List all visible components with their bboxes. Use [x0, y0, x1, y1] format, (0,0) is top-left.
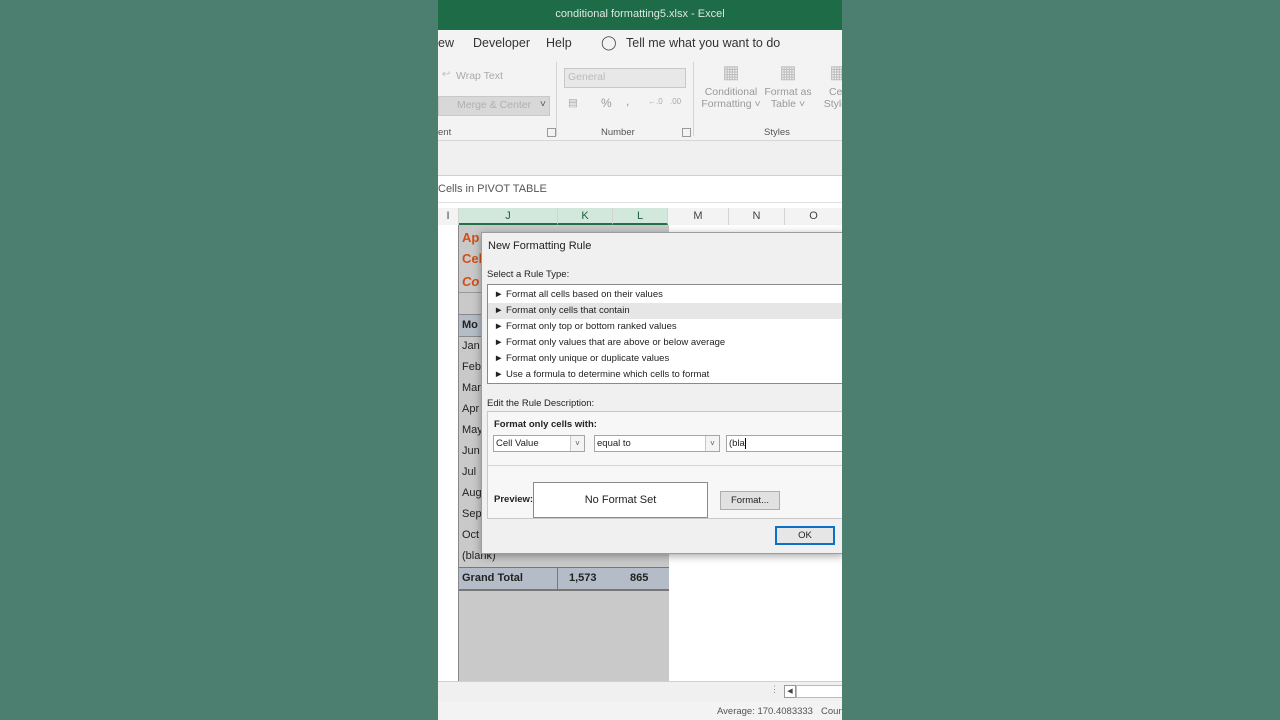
operator-select[interactable]: equal to ˅: [594, 435, 720, 452]
value-input[interactable]: (bla: [726, 435, 842, 452]
chevron-down-icon: ˅: [570, 436, 584, 451]
row-label: Jan: [462, 340, 480, 352]
select-rule-type-label: Select a Rule Type:: [487, 269, 570, 280]
ok-button[interactable]: OK: [775, 526, 835, 545]
cell-styles-icon: ▦: [829, 62, 842, 82]
title-bar: conditional formatting5.xlsx - Excel: [438, 0, 842, 30]
rule-type-item-selected[interactable]: ► Format only cells that contain: [488, 303, 842, 319]
comma-button[interactable]: ,: [626, 94, 629, 108]
increase-decimal-icon[interactable]: ←.0: [648, 97, 663, 106]
status-bar: Average: 170.4083333 Coun: [438, 701, 842, 720]
format-as-table-button[interactable]: ▦ Format as Table ˅: [763, 62, 813, 120]
new-formatting-rule-dialog: New Formatting Rule Select a Rule Type: …: [481, 232, 842, 554]
ribbon-tabs: ew Developer Help ◯ Tell me what you wan…: [438, 30, 842, 58]
table-icon: ▦: [779, 62, 797, 82]
grand-total-l: 865: [630, 572, 649, 584]
chevron-down-icon: ˅: [539, 98, 546, 110]
preview-label: Preview:: [494, 494, 534, 505]
pivot-heading: Ap: [462, 230, 480, 245]
rule-type-item[interactable]: ► Format only values that are above or b…: [494, 335, 842, 351]
grand-total-row[interactable]: Grand Total 1,573 865: [459, 567, 669, 591]
pivot-heading: Co: [462, 274, 480, 289]
dialog-title: New Formatting Rule: [488, 240, 592, 252]
rule-type-list[interactable]: ► Format all cells based on their values…: [487, 284, 842, 384]
tab-help[interactable]: Help: [546, 36, 572, 50]
number-format-value: General: [568, 71, 606, 83]
value-input-text: (bla: [729, 438, 745, 449]
row-label: May: [462, 424, 483, 436]
wrap-text-button[interactable]: Wrap Text: [456, 70, 503, 82]
column-headers: I J K L M N O: [438, 208, 842, 226]
condition-type-select[interactable]: Cell Value ˅: [493, 435, 585, 452]
row-label: Feb: [462, 361, 481, 373]
horizontal-scrollbar[interactable]: [796, 685, 842, 698]
sheet-title-cell: Cells in PIVOT TABLE: [438, 178, 842, 203]
ribbon: ↩ Wrap Text Merge & Center ˅ ent General…: [438, 58, 842, 141]
column-i-cells: [438, 225, 458, 681]
row-label: Apr: [462, 403, 480, 415]
decrease-decimal-icon[interactable]: .00: [670, 97, 681, 106]
rule-type-item[interactable]: ► Format all cells based on their values: [494, 287, 842, 303]
column-header-k[interactable]: K: [558, 208, 613, 225]
cell-styles-button[interactable]: ▦ Cell Styles: [818, 62, 842, 120]
grand-total-label: Grand Total: [462, 572, 523, 584]
window-title: conditional formatting5.xlsx - Excel: [555, 8, 725, 20]
merge-center-label: Merge & Center: [457, 99, 532, 111]
sheet-scroll-bar: ⋮ ◀: [438, 681, 842, 701]
chevron-down-icon: ˅: [705, 436, 719, 451]
rule-type-item[interactable]: ► Use a formula to determine which cells…: [494, 367, 842, 383]
conditional-formatting-button[interactable]: ▦ Conditional Formatting ˅: [696, 62, 766, 120]
format-only-cells-with-label: Format only cells with:: [494, 419, 597, 430]
lightbulb-icon: ◯: [601, 34, 617, 50]
wrap-text-icon: ↩: [442, 69, 451, 80]
alignment-group-label: ent: [438, 127, 452, 138]
format-button[interactable]: Format...: [720, 491, 780, 510]
column-header-l[interactable]: L: [613, 208, 668, 225]
formula-bar-area: [438, 141, 842, 176]
row-label: Sep: [462, 508, 482, 520]
excel-window: conditional formatting5.xlsx - Excel ew …: [438, 0, 842, 720]
row-label: Jul: [462, 466, 477, 478]
dialog-launcher-icon[interactable]: [682, 128, 691, 137]
row-label: Oct: [462, 529, 480, 541]
tab-review[interactable]: ew: [438, 36, 454, 50]
edit-rule-description-label: Edit the Rule Description:: [487, 398, 595, 409]
scroll-left-icon[interactable]: ◀: [784, 685, 796, 698]
row-label: Aug: [462, 487, 482, 499]
number-group-label: Number: [601, 127, 635, 138]
column-header-j[interactable]: J: [459, 208, 558, 225]
condition-type-value: Cell Value: [496, 438, 539, 449]
number-format-dropdown[interactable]: General: [564, 68, 686, 88]
merge-center-button[interactable]: Merge & Center ˅: [438, 96, 550, 116]
tell-me-search[interactable]: Tell me what you want to do: [626, 36, 780, 50]
row-label: Mo: [462, 319, 478, 331]
column-header-m[interactable]: M: [668, 208, 729, 225]
split-handle-icon[interactable]: ⋮: [770, 684, 779, 695]
grand-total-k: 1,573: [569, 572, 597, 584]
rule-type-item[interactable]: ► Format only top or bottom ranked value…: [494, 319, 842, 335]
dialog-launcher-icon[interactable]: [547, 128, 556, 137]
currency-icon[interactable]: ▤: [568, 97, 578, 109]
status-count: Coun: [821, 706, 842, 717]
status-average: Average: 170.4083333: [717, 706, 813, 717]
preview-box: No Format Set: [533, 482, 708, 518]
percent-button[interactable]: %: [601, 96, 612, 110]
pivot-heading: Cel: [462, 251, 483, 266]
row-label: Mar: [462, 382, 481, 394]
column-header-o[interactable]: O: [785, 208, 842, 225]
column-header-n[interactable]: N: [729, 208, 785, 225]
operator-value: equal to: [597, 438, 631, 449]
styles-group-label: Styles: [764, 127, 790, 138]
rule-type-item[interactable]: ► Format only unique or duplicate values: [494, 351, 842, 367]
tab-developer[interactable]: Developer: [473, 36, 530, 50]
row-label: Jun: [462, 445, 480, 457]
conditional-formatting-icon: ▦: [722, 62, 740, 82]
column-header-i[interactable]: I: [438, 208, 459, 225]
